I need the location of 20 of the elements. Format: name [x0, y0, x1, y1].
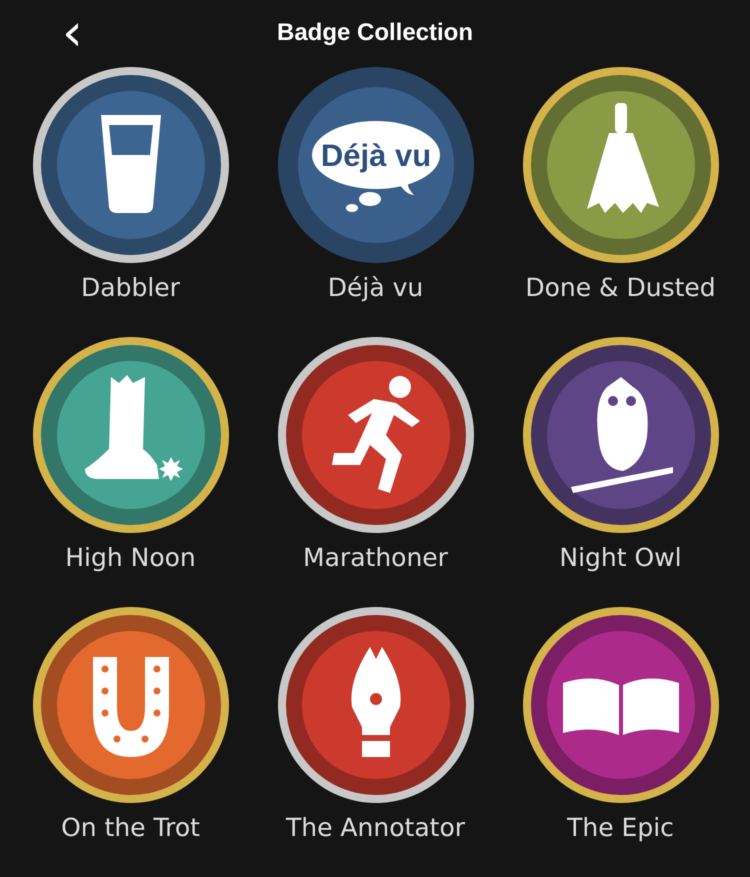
open-book-icon [562, 678, 678, 735]
badge-label: Déjà vu [328, 273, 424, 302]
badge-label: High Noon [65, 543, 196, 572]
badge-label: Night Owl [559, 543, 682, 572]
runner-icon [332, 376, 420, 493]
badge-label: The Epic [567, 813, 674, 842]
thought-bubble-icon [312, 121, 440, 212]
badge-label: Marathoner [303, 543, 448, 572]
bubble-text: Déjà vu [320, 138, 431, 173]
badge-label: The Annotator [286, 813, 466, 842]
horseshoe-icon [92, 657, 168, 757]
badge-label: On the Trot [61, 813, 200, 842]
badge-label: Done & Dusted [525, 273, 716, 302]
boot-icon [84, 375, 182, 481]
glass-icon [100, 115, 160, 213]
back-button[interactable]: ‹ [56, 12, 89, 53]
pen-nib-icon [350, 647, 400, 757]
badge-label: Dabbler [81, 273, 180, 302]
broom-icon [586, 103, 658, 213]
screen-title: Badge Collection [276, 18, 474, 47]
